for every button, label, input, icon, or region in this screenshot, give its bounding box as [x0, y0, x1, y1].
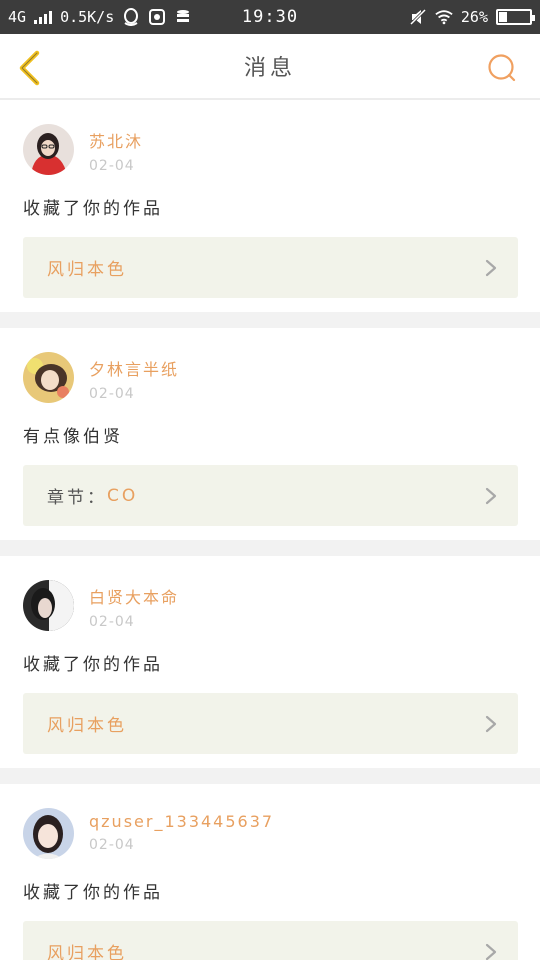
chapter-title: CO: [107, 485, 139, 506]
search-icon: [488, 54, 516, 82]
status-bar: 4G 0.5K/s 19:30 26%: [0, 0, 540, 34]
network-type: 4G: [8, 8, 27, 26]
work-reference-link[interactable]: 风归本色: [23, 693, 518, 754]
username[interactable]: qzuser_133445637: [89, 812, 274, 831]
username[interactable]: 白贤大本命: [89, 584, 179, 608]
app-icon: [148, 8, 166, 26]
timestamp: 02-04: [89, 614, 135, 630]
battery-percent: 26%: [460, 8, 488, 26]
work-title: 风归本色: [47, 944, 127, 960]
work-title: 风归本色: [47, 716, 127, 736]
chevron-right-icon: [484, 259, 498, 277]
battery-icon: [496, 9, 535, 25]
storage-icon: [174, 8, 192, 26]
work-reference-link[interactable]: 风归本色: [23, 921, 518, 960]
message-text: 收藏了你的作品: [23, 199, 163, 219]
wifi-icon: [435, 8, 453, 26]
username[interactable]: 苏北沐: [89, 128, 143, 152]
timestamp: 02-04: [89, 158, 135, 174]
message-text: 有点像伯贤: [23, 427, 123, 447]
work-reference-link[interactable]: 风归本色: [23, 237, 518, 298]
message-text: 收藏了你的作品: [23, 883, 163, 903]
work-title: 风归本色: [47, 260, 127, 280]
chevron-right-icon: [484, 487, 498, 505]
mute-icon: [409, 8, 427, 26]
chevron-left-icon: [19, 50, 40, 86]
username[interactable]: 夕林言半纸: [89, 356, 179, 380]
divider: [0, 312, 540, 328]
search-button[interactable]: [486, 52, 518, 84]
divider: [0, 540, 540, 556]
avatar[interactable]: [23, 124, 74, 175]
timestamp: 02-04: [89, 837, 135, 853]
qq-icon: [122, 8, 140, 26]
message-list: 苏北沐 02-04 收藏了你的作品 风归本色 夕林言半纸 02-04 有点像伯贤…: [0, 100, 540, 960]
avatar[interactable]: [23, 352, 74, 403]
message-card: 苏北沐 02-04 收藏了你的作品 风归本色: [0, 100, 540, 312]
message-card: 夕林言半纸 02-04 有点像伯贤 章节： CO: [0, 328, 540, 540]
reference-label: 章节：: [47, 488, 107, 508]
message-text: 收藏了你的作品: [23, 655, 163, 675]
chapter-reference-link[interactable]: 章节： CO: [23, 465, 518, 526]
chevron-right-icon: [484, 715, 498, 733]
avatar[interactable]: [23, 580, 74, 631]
timestamp: 02-04: [89, 386, 135, 402]
divider: [0, 768, 540, 784]
message-card: 白贤大本命 02-04 收藏了你的作品 风归本色: [0, 556, 540, 768]
chevron-right-icon: [484, 943, 498, 960]
signal-icon: [34, 8, 53, 26]
avatar[interactable]: [23, 808, 74, 859]
message-card: qzuser_133445637 02-04 收藏了你的作品 风归本色: [0, 784, 540, 960]
top-bar: 消息: [0, 34, 540, 100]
network-speed: 0.5K/s: [60, 8, 115, 26]
page-title: 消息: [243, 56, 296, 81]
back-button[interactable]: [14, 50, 44, 86]
